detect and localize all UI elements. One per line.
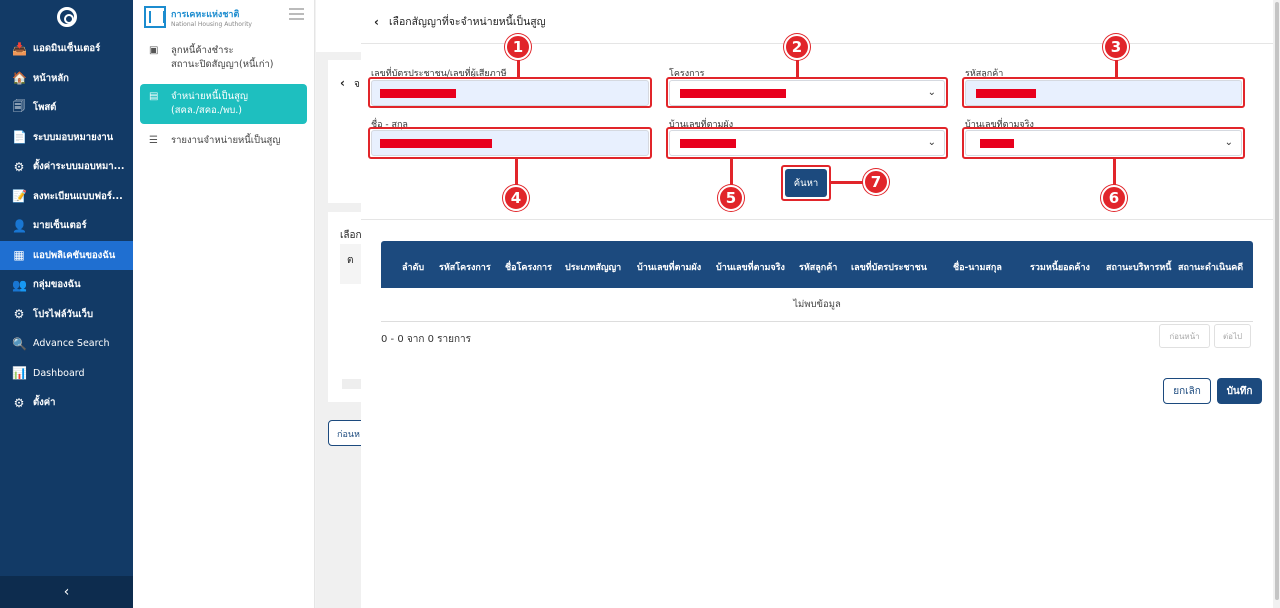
sidebar-item-settings[interactable]: ⚙ ตั้งค่า bbox=[0, 388, 133, 418]
task-assignment-icon: 📄 bbox=[12, 130, 27, 145]
main-sidebar: 📥 แอดมินเซ็นเตอร์ 🏠 หน้าหลัก 🗐 โพสต์ 📄 ระบบมอบห… bbox=[0, 0, 133, 608]
cancel-button[interactable]: ยกเลิก bbox=[1163, 378, 1211, 404]
sidebar-item-label: โพสต์ bbox=[33, 102, 57, 114]
subnav-item-overdue-debtors[interactable]: ▣ ลูกหนี้ค้างชำระ สถานะปิดสัญญา(หนี้เก่า) bbox=[133, 38, 314, 78]
posts-icon: 🗐 bbox=[13, 99, 25, 114]
sidebar-item-posts[interactable]: 🗐 โพสต์ bbox=[0, 93, 133, 123]
sidebar-item-my-center[interactable]: 👤 มายเซ็นเตอร์ bbox=[0, 211, 133, 241]
sidebar-item-label: ตั้งค่าระบบมอบหมา... bbox=[33, 161, 125, 173]
chevron-left-icon: ‹ bbox=[63, 584, 70, 600]
highlight-box-5 bbox=[666, 127, 948, 159]
list-icon: ☰ bbox=[149, 135, 158, 146]
home-icon: 🏠 bbox=[12, 71, 27, 86]
app-logo-icon bbox=[56, 7, 77, 27]
callout-7: 7 bbox=[863, 169, 889, 195]
callout-4: 4 bbox=[503, 185, 529, 211]
col-header: ประเภทสัญญา bbox=[565, 263, 622, 273]
col-header: ชื่อ-นามสกุล bbox=[953, 263, 1002, 273]
col-header: ชื่อโครงการ bbox=[505, 263, 552, 273]
panel-title: เลือกสัญญาที่จะจำหน่ายหนี้เป็นสูญ bbox=[388, 16, 546, 28]
subnav-item-write-off[interactable]: ▤ จำหน่ายหนี้เป็นสูญ (สคล./สคอ./พบ.) bbox=[140, 84, 307, 124]
dashboard-icon: 📊 bbox=[12, 366, 27, 381]
my-center-icon: 👤 bbox=[12, 218, 27, 233]
sidebar-item-label: Advance Search bbox=[33, 338, 110, 350]
col-header: รหัสลูกค้า bbox=[799, 263, 838, 273]
sidebar-item-advance-search[interactable]: 🔍 Advance Search bbox=[0, 329, 133, 359]
col-header: สถานะบริหารหนี้ bbox=[1106, 263, 1172, 273]
record-count: 0 - 0 จาก 0 รายการ bbox=[381, 334, 472, 345]
sidebar-item-label: แอดมินเซ็นเตอร์ bbox=[33, 43, 101, 55]
col-header: บ้านเลขที่ตามจริง bbox=[716, 263, 785, 273]
next-page-button[interactable]: ต่อไป bbox=[1214, 324, 1251, 348]
sidebar-item-label: โปรไฟล์วันเว็บ bbox=[33, 308, 94, 320]
back-arrow-icon[interactable]: ‹ bbox=[374, 15, 379, 29]
profile-icon: ⚙ bbox=[13, 307, 25, 322]
callout-6: 6 bbox=[1101, 185, 1127, 211]
back-icon: ‹ bbox=[340, 76, 345, 90]
sidebar-collapse-button[interactable]: ‹ bbox=[0, 576, 133, 608]
highlight-box-3 bbox=[962, 77, 1245, 108]
form-registration-icon: 📝 bbox=[12, 189, 27, 204]
col-header: สถานะดำเนินคดี bbox=[1178, 263, 1244, 273]
highlight-box-2 bbox=[666, 77, 948, 108]
sidebar-item-admin-center[interactable]: 📥 แอดมินเซ็นเตอร์ bbox=[0, 34, 133, 64]
subnav-item-write-off-report[interactable]: ☰ รายงานจำหน่ายหนี้เป็นสูญ bbox=[133, 128, 314, 154]
sub-navigation: การเคหะแห่งชาติ National Housing Authori… bbox=[133, 0, 315, 608]
callout-1: 1 bbox=[505, 34, 531, 60]
my-applications-icon: ▦ bbox=[13, 248, 25, 263]
sidebar-item-assignment-settings[interactable]: ⚙ ตั้งค่าระบบมอบหมา... bbox=[0, 152, 133, 182]
sidebar-item-profile[interactable]: ⚙ โปรไฟล์วันเว็บ bbox=[0, 300, 133, 330]
archive-icon: ▤ bbox=[149, 91, 159, 102]
col-header: บ้านเลขที่ตามผัง bbox=[637, 263, 702, 273]
settings-icon: ⚙ bbox=[13, 395, 25, 410]
save-button[interactable]: บันทึก bbox=[1217, 378, 1262, 404]
sidebar-item-label: มายเซ็นเตอร์ bbox=[33, 220, 87, 232]
results-table-header: ลำดับ รหัสโครงการ ชื่อโครงการ ประเภทสัญญ… bbox=[381, 241, 1253, 288]
admin-center-icon: 📥 bbox=[12, 41, 27, 56]
callout-2: 2 bbox=[784, 34, 810, 60]
calendar-icon: ▣ bbox=[149, 45, 159, 56]
col-header: ลำดับ bbox=[402, 263, 425, 273]
sidebar-item-form-registration[interactable]: 📝 ลงทะเบียนแบบฟอร์... bbox=[0, 182, 133, 212]
scrollbar-thumb[interactable] bbox=[1275, 2, 1279, 600]
brand-name-en: National Housing Authority bbox=[171, 20, 252, 28]
empty-state-row: ไม่พบข้อมูล bbox=[381, 288, 1253, 322]
highlight-box-7 bbox=[781, 165, 831, 201]
brand-name-th: การเคหะแห่งชาติ bbox=[171, 9, 240, 20]
callout-3: 3 bbox=[1103, 34, 1129, 60]
sidebar-item-dashboard[interactable]: 📊 Dashboard bbox=[0, 359, 133, 389]
col-header: รวมหนี้ยอดค้าง bbox=[1030, 263, 1090, 273]
my-groups-icon: 👥 bbox=[12, 277, 27, 292]
sidebar-item-home[interactable]: 🏠 หน้าหลัก bbox=[0, 64, 133, 94]
prev-page-button[interactable]: ก่อนหน้า bbox=[1159, 324, 1210, 348]
sidebar-item-my-applications[interactable]: ▦ แอปพลิเคชันของฉัน bbox=[0, 240, 133, 270]
callout-5: 5 bbox=[718, 185, 744, 211]
app-logo[interactable] bbox=[0, 0, 133, 34]
highlight-box-4 bbox=[368, 127, 652, 159]
advance-search-icon: 🔍 bbox=[12, 336, 27, 351]
panel-header: ‹ เลือกสัญญาที่จะจำหน่ายหนี้เป็นสูญ bbox=[361, 0, 1273, 44]
sidebar-item-label: Dashboard bbox=[33, 367, 85, 379]
sidebar-item-my-groups[interactable]: 👥 กลุ่มของฉัน bbox=[0, 270, 133, 300]
highlight-box-1 bbox=[368, 77, 652, 108]
hamburger-menu-icon[interactable] bbox=[289, 8, 304, 20]
assignment-settings-icon: ⚙ bbox=[13, 159, 25, 174]
col-header: รหัสโครงการ bbox=[439, 263, 491, 273]
sidebar-item-label: กลุ่มของฉัน bbox=[33, 279, 81, 291]
brand: การเคหะแห่งชาติ National Housing Authori… bbox=[133, 0, 314, 34]
nha-logo-icon bbox=[144, 6, 166, 28]
sidebar-item-label: ระบบมอบหมายงาน bbox=[33, 131, 114, 143]
sidebar-item-task-assignment[interactable]: 📄 ระบบมอบหมายงาน bbox=[0, 123, 133, 153]
sidebar-item-label: ตั้งค่า bbox=[33, 397, 56, 409]
highlight-box-6 bbox=[962, 127, 1245, 159]
sidebar-item-label: หน้าหลัก bbox=[33, 72, 69, 84]
sidebar-item-label: ลงทะเบียนแบบฟอร์... bbox=[33, 190, 123, 202]
col-header: เลขที่บัตรประชาชน bbox=[851, 263, 927, 273]
horizontal-scrollbar[interactable] bbox=[342, 379, 361, 389]
sidebar-item-label: แอปพลิเคชันของฉัน bbox=[33, 249, 116, 261]
